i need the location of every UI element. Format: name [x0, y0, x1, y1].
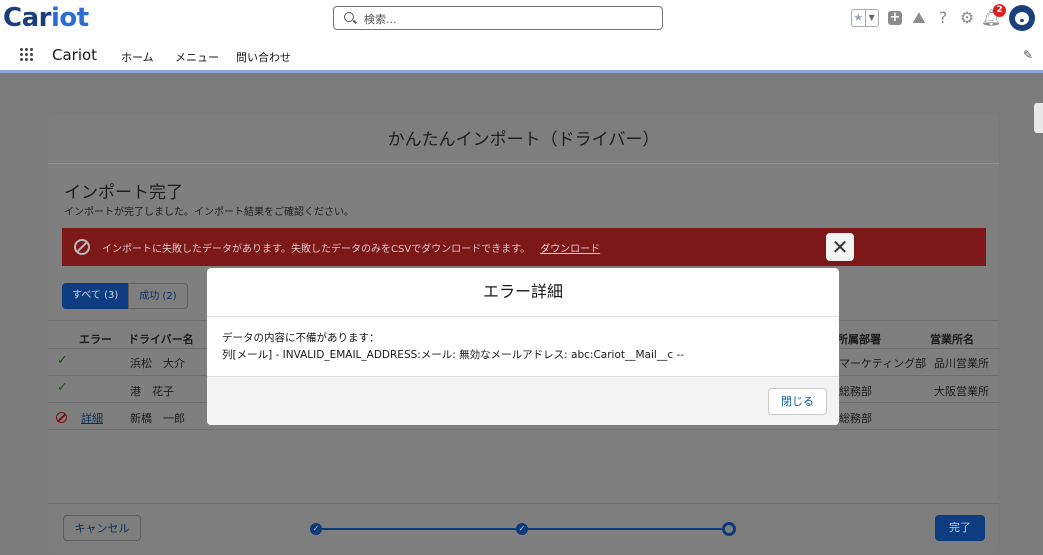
app-name: Cariot: [52, 46, 98, 64]
star-icon[interactable]: ★: [852, 10, 865, 26]
error-dialog-body: データの内容に不備があります： 列[メール] - INVALID_EMAIL_A…: [207, 317, 839, 377]
filter-all-button[interactable]: すべて (3): [62, 283, 129, 309]
bell-icon[interactable]: 🔔︎ 2: [981, 4, 1006, 28]
table-cell-department: マーケティング部: [839, 357, 927, 370]
logo-text-b: iot: [50, 3, 89, 33]
error-dialog-line2: 列[メール] - INVALID_EMAIL_ADDRESS:メール: 無効なメ…: [222, 349, 685, 361]
step-current-icon: [722, 522, 736, 536]
global-search[interactable]: [333, 6, 663, 30]
search-input[interactable]: [362, 9, 646, 29]
nav-item-home[interactable]: ホーム: [121, 49, 154, 65]
error-banner: インポートに失敗したデータがあります。失敗したデータのみをCSVでダウンロードで…: [62, 228, 986, 266]
error-detail-link[interactable]: 詳細: [81, 410, 103, 426]
global-header: Cariot ★ ▼ + ⛰ ? ⚙ 🔔︎2: [0, 0, 1043, 40]
import-complete-subtitle: インポートが完了しました。インポート結果をご確認ください。: [64, 207, 354, 218]
header-icons: ★ ▼ + ⛰ ? ⚙ 🔔︎ 2: [851, 4, 1035, 32]
table-cell-driver: 新橋 一郎: [130, 412, 185, 425]
gear-icon[interactable]: ⚙: [957, 8, 977, 28]
help-icon[interactable]: ?: [933, 8, 953, 28]
cancel-button[interactable]: キャンセル: [63, 515, 141, 541]
table-cell-department: 総務部: [839, 412, 872, 425]
error-dialog-title: エラー詳細: [207, 268, 839, 317]
edit-nav-icon[interactable]: ✎: [1023, 48, 1033, 62]
close-button[interactable]: 閉じる: [768, 388, 827, 415]
nav-item-inquiry[interactable]: 問い合わせ: [236, 49, 291, 65]
success-check-icon: ✓: [57, 353, 68, 368]
nav-bar: Cariot ホーム メニュー 問い合わせ ✎: [0, 40, 1043, 73]
nav-item-menu[interactable]: メニュー: [175, 49, 219, 65]
import-modal-header: かんたんインポート（ドライバー）: [48, 115, 999, 164]
filter-success-button[interactable]: 成功 (2): [128, 283, 188, 309]
trailhead-icon[interactable]: ⛰: [909, 8, 929, 28]
close-icon[interactable]: ✕: [826, 233, 854, 261]
cariot-logo[interactable]: Cariot: [3, 3, 89, 33]
error-dialog-footer: 閉じる: [207, 376, 839, 425]
chevron-down-icon[interactable]: ▼: [864, 10, 879, 26]
table-cell-driver: 浜松 大介: [130, 357, 185, 370]
scrollbar[interactable]: [1034, 103, 1043, 133]
table-cell-office: 大阪営業所: [934, 385, 989, 398]
download-link[interactable]: ダウンロード: [540, 244, 600, 255]
table-cell-office: 品川営業所: [934, 357, 989, 370]
app-launcher-icon[interactable]: [20, 48, 34, 62]
step-complete-icon: ✓: [516, 523, 528, 535]
step-complete-icon: ✓: [310, 523, 322, 535]
error-dialog-line1: データの内容に不備があります：: [222, 332, 380, 344]
error-banner-message-wrap: インポートに失敗したデータがあります。失敗したデータのみをCSVでダウンロードで…: [102, 240, 600, 255]
result-filter: すべて (3) 成功 (2): [62, 283, 188, 309]
error-row-icon: [56, 412, 67, 423]
add-icon[interactable]: +: [888, 11, 902, 25]
avatar[interactable]: [1009, 5, 1035, 31]
table-cell-driver: 港 花子: [130, 385, 174, 398]
progress-line: [524, 528, 724, 530]
column-header-error: エラー: [79, 333, 112, 346]
error-detail-dialog: エラー詳細 データの内容に不備があります： 列[メール] - INVALID_E…: [207, 268, 839, 425]
column-header-office: 営業所名: [930, 333, 974, 346]
column-header-department: 所属部署: [837, 333, 881, 346]
progress-line: [318, 528, 518, 530]
column-header-driver: ドライバー名: [128, 333, 194, 346]
success-check-icon: ✓: [57, 380, 68, 395]
logo-text-a: Car: [3, 3, 51, 33]
import-modal-title: かんたんインポート（ドライバー）: [387, 130, 660, 150]
progress-steps: ✓ ✓: [310, 522, 740, 536]
favorites-button[interactable]: ★ ▼: [851, 9, 879, 27]
table-cell-department: 総務部: [839, 385, 872, 398]
error-ban-icon: [74, 239, 90, 255]
search-icon: [344, 12, 354, 22]
table-divider: [48, 429, 999, 430]
error-banner-message: インポートに失敗したデータがあります。失敗したデータのみをCSVでダウンロードで…: [102, 244, 531, 255]
import-complete-heading: インポート完了: [64, 183, 183, 203]
notification-badge: 2: [993, 4, 1006, 17]
done-button[interactable]: 完了: [935, 515, 985, 541]
import-modal-footer: キャンセル ✓ ✓ 完了: [48, 503, 999, 553]
